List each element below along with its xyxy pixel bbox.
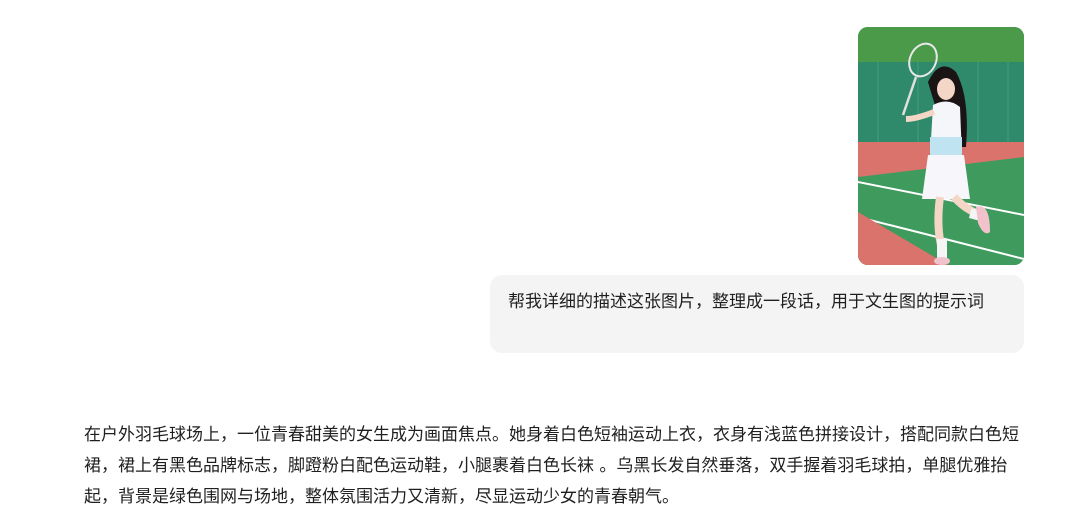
assistant-reply: 在户外羽毛球场上，一位青春甜美的女生成为画面焦点。她身着白色短袖运动上衣，衣身有… [84,420,1034,513]
photo-badminton-girl-icon [858,27,1024,265]
assistant-reply-text: 在户外羽毛球场上，一位青春甜美的女生成为画面焦点。她身着白色短袖运动上衣，衣身有… [84,425,1019,507]
user-message-bubble: 帮我详细的描述这张图片，整理成一段话，用于文生图的提示词 [490,275,1024,353]
user-uploaded-image[interactable] [858,27,1024,265]
user-message-text: 帮我详细的描述这张图片，整理成一段话，用于文生图的提示词 [508,292,984,312]
